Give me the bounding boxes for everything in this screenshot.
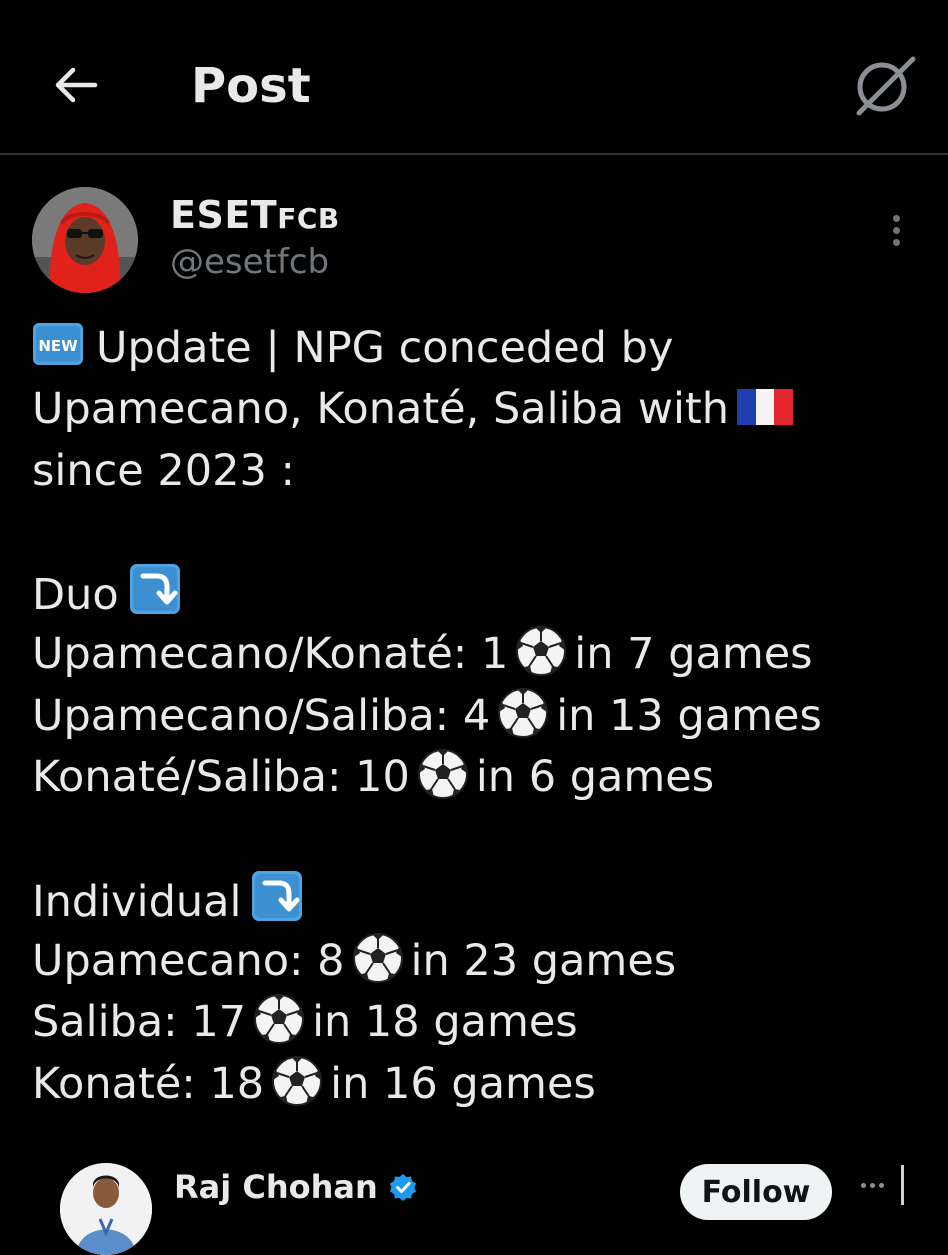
more-dot [878,1182,884,1188]
grok-icon [856,56,916,116]
suggested-user-name[interactable]: Raj Chohan [174,1166,418,1208]
individual-heading: Individual [32,876,242,927]
duo-row: Upamecano/Saliba: 4 in 13 games [32,686,922,747]
individual-row-label: Upamecano: 8 [32,935,345,986]
more-dot [869,1182,875,1188]
post-line: NEW Update | NPG conceded by [32,318,922,379]
duo-row: Konaté/Saliba: 10 in 6 games [32,747,922,808]
soccer-ball-icon [254,994,305,1045]
post-line: Individual [32,870,922,931]
soccer-ball-icon [272,1055,323,1106]
arrow-down-right-emoji-icon [252,870,303,921]
duo-row: Upamecano/Konaté: 1 in 7 games [32,624,922,685]
suggested-avatar-image [60,1163,152,1255]
grok-button[interactable] [848,50,920,122]
soccer-ball-icon [352,932,403,983]
post-text-line1: Update | NPG conceded by [96,323,674,373]
individual-row: Upamecano: 8 in 23 games [32,931,922,992]
individual-row-suffix: in 16 games [330,1058,596,1109]
author-handle[interactable]: @esetfcb [170,240,329,284]
soccer-ball-icon [417,749,468,800]
divider [901,1165,904,1205]
duo-row-label: Upamecano/Konaté: 1 [32,629,509,680]
post-text-line3: since 2023 : [32,445,295,496]
new-button-emoji-icon: NEW [33,323,83,365]
suggested-user-avatar[interactable] [60,1163,152,1255]
post-text-line2: Upamecano, Konaté, Saliba with [32,384,730,435]
verified-badge-icon [389,1174,416,1201]
individual-row-suffix: in 18 games [312,997,578,1048]
more-dot [892,214,900,222]
suggested-user-name-text: Raj Chohan [174,1168,378,1206]
page-title: Post [191,58,311,114]
display-name-suffix: FCB [277,202,340,235]
more-dot [892,226,900,234]
more-options-button[interactable] [874,205,918,255]
arrow-left-icon [55,67,98,103]
post-line: Duo [32,563,922,624]
back-button[interactable] [40,50,110,120]
individual-row-label: Konaté: 18 [32,1058,265,1109]
more-dot [860,1182,866,1188]
post-text: NEW Update | NPG conceded by Upamecano, … [32,318,922,1115]
post-line: Upamecano, Konaté, Saliba with [32,379,922,440]
suggested-more-button[interactable] [852,1175,892,1195]
duo-row-suffix: in 13 games [556,690,822,741]
svg-text:NEW: NEW [38,337,78,355]
author-display-name[interactable]: ESETFCB [170,192,340,242]
display-name-main: ESET [170,193,278,237]
more-dot [892,238,900,246]
post-line: since 2023 : [32,441,922,502]
duo-row-suffix: in 7 games [574,629,813,680]
france-flag-icon [737,389,794,426]
duo-row-label: Upamecano/Saliba: 4 [32,690,491,741]
duo-heading: Duo [32,570,119,621]
soccer-ball-icon [516,626,567,677]
arrow-down-right-emoji-icon [129,564,180,615]
individual-row: Konaté: 18 in 16 games [32,1054,922,1115]
individual-row-suffix: in 23 games [410,935,677,986]
duo-row-label: Konaté/Saliba: 10 [32,752,410,803]
soccer-ball-icon [498,687,549,738]
author-avatar[interactable] [32,187,138,293]
follow-button[interactable]: Follow [680,1164,832,1220]
individual-row-label: Saliba: 17 [32,997,247,1048]
author-avatar-image [32,187,138,293]
duo-row-suffix: in 6 games [475,752,715,803]
individual-row: Saliba: 17 in 18 games [32,992,922,1053]
top-bar: Post [0,0,948,155]
